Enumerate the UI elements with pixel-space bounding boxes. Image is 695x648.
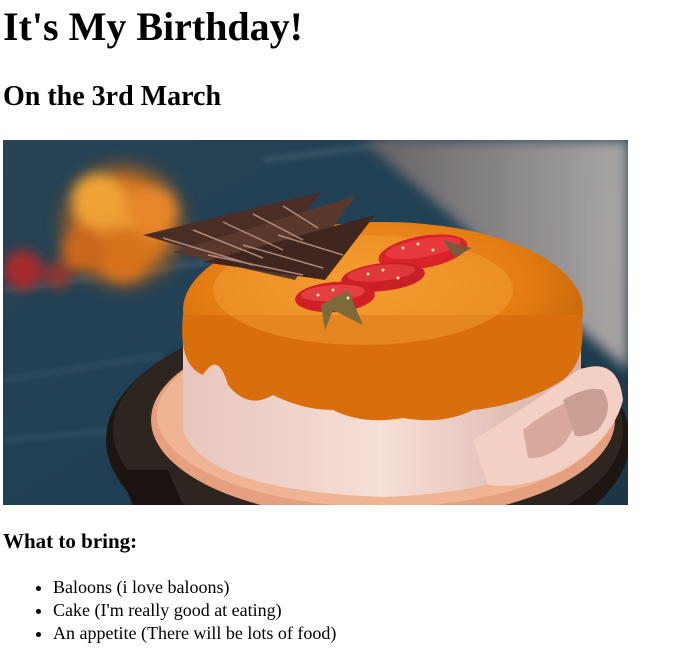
bring-list: Baloons (i love baloons) Cake (I'm reall…: [3, 576, 693, 645]
cake-image: [3, 140, 628, 505]
bring-heading: What to bring:: [3, 529, 138, 553]
page-title: It's My Birthday!: [3, 4, 303, 49]
page-content: It's My Birthday! On the 3rd March What …: [3, 0, 693, 645]
page-subtitle: On the 3rd March: [3, 81, 222, 112]
list-item: An appetite (There will be lots of food): [53, 622, 693, 645]
list-item: Baloons (i love baloons): [53, 576, 693, 599]
list-item: Cake (I'm really good at eating): [53, 599, 693, 622]
